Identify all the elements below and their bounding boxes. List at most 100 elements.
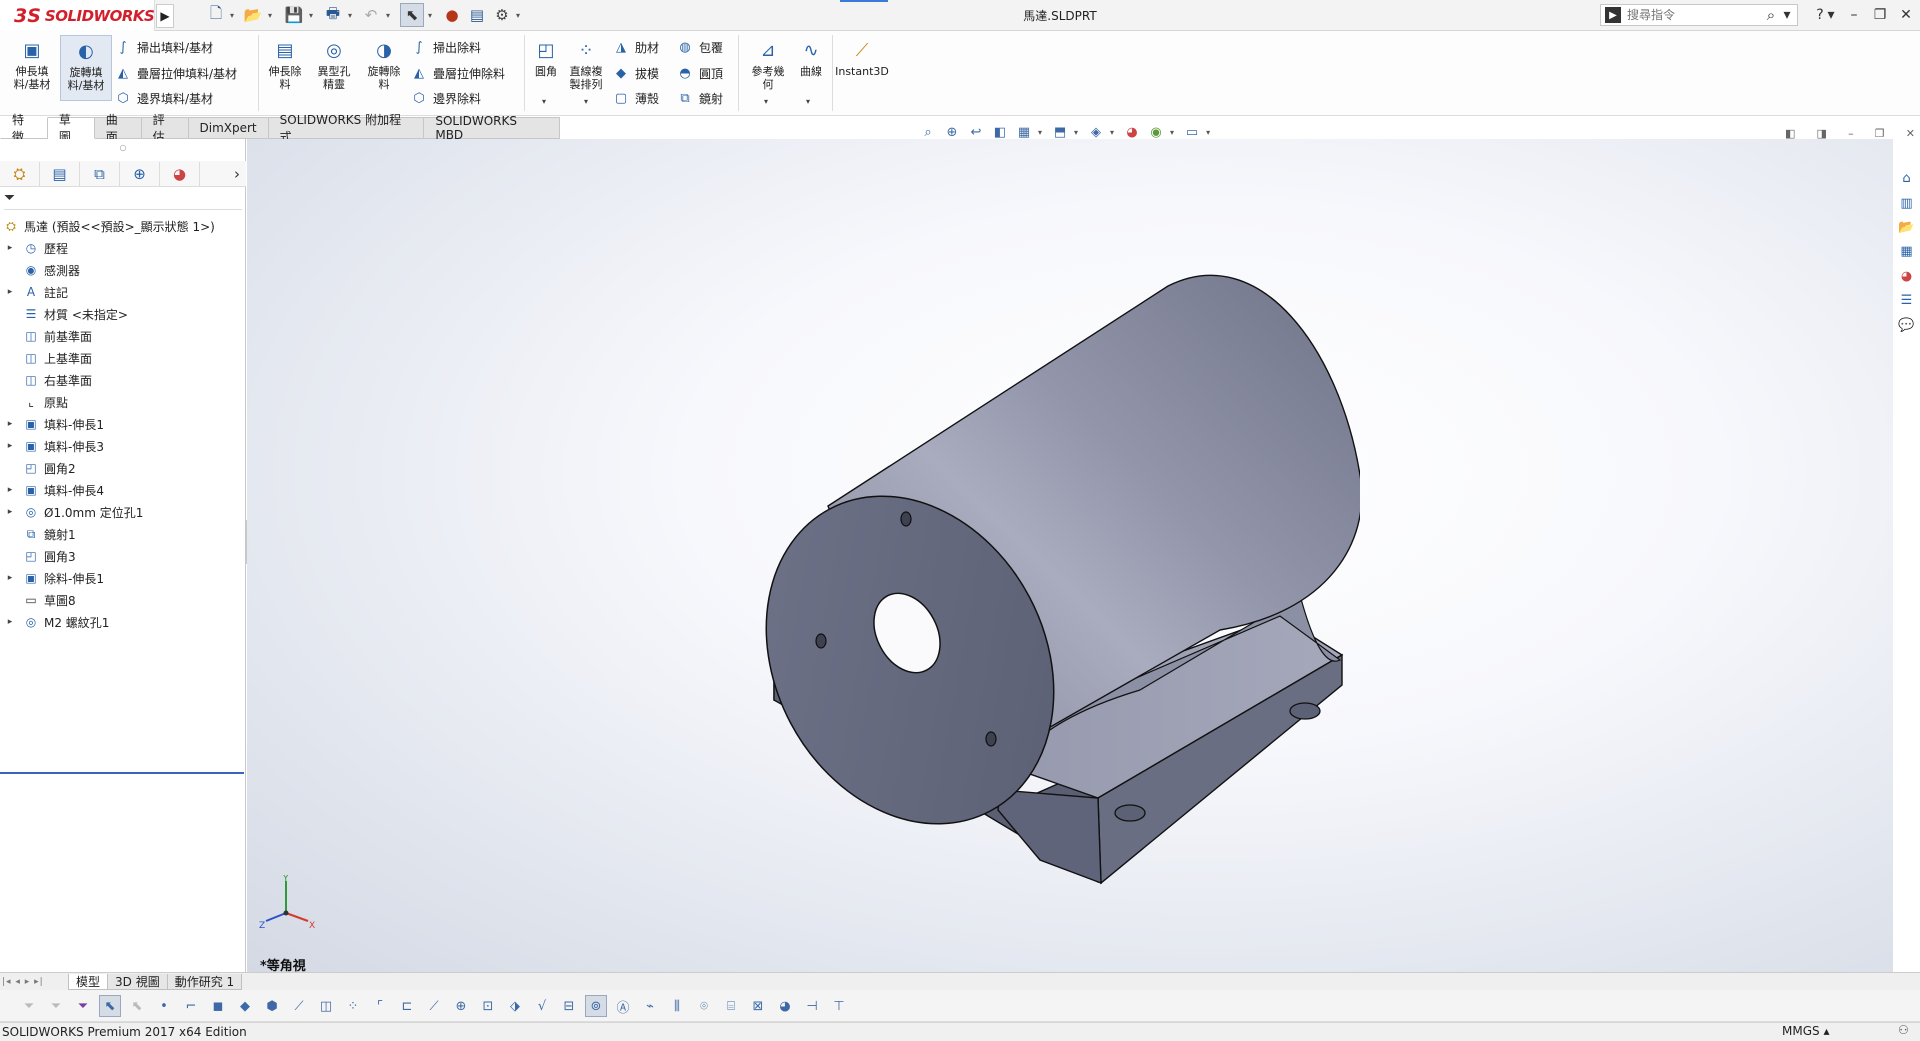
tab-features[interactable]: 特徵 (0, 113, 48, 144)
help-dropdown-arrow-icon[interactable]: ▾ (1826, 4, 1836, 26)
loft-cut-button[interactable]: ◭ 疊層拉伸除料 (410, 63, 505, 83)
expand-arrow-icon[interactable]: ▸ (4, 243, 16, 253)
filter-weld-symbols-icon[interactable]: Ⓐ (612, 995, 634, 1017)
expand-arrow-icon[interactable]: ▸ (4, 617, 16, 627)
settings-dropdown-arrow-icon[interactable]: ▾ (1206, 128, 1210, 137)
minimize-window-icon[interactable]: – (1842, 4, 1866, 26)
expand-arrow-icon[interactable]: ▸ (4, 287, 16, 297)
rebuild-icon[interactable]: ● (442, 3, 462, 27)
filter-notes-icon[interactable]: ⊟ (558, 995, 580, 1017)
tab-model[interactable]: 模型 (68, 973, 109, 990)
clear-filters-icon[interactable]: ⏷ (45, 995, 67, 1017)
revolve-boss-button[interactable]: ◐ 旋轉填 料/基材 (60, 35, 112, 101)
print-icon[interactable]: 🖶 (322, 3, 344, 27)
filter-cosmetic-threads-icon[interactable]: ⫼ (666, 995, 688, 1017)
tab-scroll-arrows-icon[interactable]: |◂ ◂ ▸ ▸| (2, 974, 68, 990)
hole-wizard-button[interactable]: ◎ 異型孔 精靈 (310, 37, 358, 91)
tree-item-top-plane[interactable]: ◫ 上基準面 (0, 347, 246, 369)
close-window-icon[interactable]: ✕ (1894, 4, 1918, 26)
appearances-icon[interactable]: ◕ (1896, 266, 1918, 287)
display-dropdown-arrow-icon[interactable]: ▾ (1110, 128, 1114, 137)
file-properties-icon[interactable]: ▤ (466, 3, 488, 27)
filter-connection-points-icon[interactable]: ⊠ (747, 995, 769, 1017)
doc-restore-icon[interactable]: ❐ (1875, 127, 1885, 140)
dimxpert-manager-tab-icon[interactable]: ⊕ (120, 161, 160, 186)
tree-item-boss-extrude4[interactable]: ▸ ▣ 填料-伸長4 (0, 479, 246, 501)
print-dropdown-arrow-icon[interactable]: ▾ (346, 3, 354, 27)
dock-right-icon[interactable]: ◨ (1817, 127, 1827, 140)
shell-button[interactable]: ▢ 薄殼 (612, 88, 659, 108)
motor-3d-model[interactable] (720, 250, 1360, 900)
revolve-cut-button[interactable]: ◑ 旋轉除 料 (360, 37, 408, 91)
new-dropdown-arrow-icon[interactable]: ▾ (228, 3, 236, 27)
curves-dropdown-arrow-icon[interactable]: ▾ (806, 97, 810, 106)
filter-mid-surfaces-icon[interactable]: ⊣ (801, 995, 823, 1017)
undo-icon[interactable]: ↶ (360, 3, 382, 27)
filter-edges-icon[interactable]: ⌐ (180, 995, 202, 1017)
filter-axes-icon[interactable]: ⟋ (288, 995, 310, 1017)
tree-item-boss-extrude3[interactable]: ▸ ▣ 填料-伸長3 (0, 435, 246, 457)
tree-item-root[interactable]: ⛭ 馬達 (預設<<預設>_顯示狀態 1>) (0, 215, 246, 237)
scene-dropdown-arrow-icon[interactable]: ▾ (1170, 128, 1174, 137)
unit-system-selector[interactable]: MMGS ▴ (1782, 1024, 1829, 1038)
filter-centerline-icon[interactable]: ⊕ (450, 995, 472, 1017)
tab-addins[interactable]: SOLIDWORKS 附加程式 (268, 113, 425, 144)
undo-dropdown-arrow-icon[interactable]: ▾ (384, 3, 392, 27)
tree-item-fillet3[interactable]: ◰ 圓角3 (0, 545, 246, 567)
tab-mbd[interactable]: SOLIDWORKS MBD (424, 114, 560, 142)
invert-filter-icon[interactable]: ⬉ (126, 995, 148, 1017)
boundary-boss-button[interactable]: ⬡ 邊界填料/基材 (114, 88, 213, 108)
filter-surface-bodies-icon[interactable]: ◆ (234, 995, 256, 1017)
extrude-cut-button[interactable]: ▤ 伸長除 料 (262, 37, 308, 91)
filter-blocks-icon[interactable]: ⌾ (693, 995, 715, 1017)
sweep-boss-button[interactable]: ∫ 掃出填料/基材 (114, 37, 213, 57)
custom-properties-icon[interactable]: ☰ (1896, 290, 1918, 311)
reference-geometry-button[interactable]: ⊿ 參考幾 何 (744, 37, 792, 91)
select-cursor-icon[interactable]: ⬉ (99, 995, 121, 1017)
tree-item-boss-extrude1[interactable]: ▸ ▣ 填料-伸長1 (0, 413, 246, 435)
sweep-cut-button[interactable]: ∫ 掃出除料 (410, 37, 481, 57)
boundary-cut-button[interactable]: ⬡ 邊界除料 (410, 88, 481, 108)
filter-sketch-segments-icon[interactable]: ⌜ (369, 995, 391, 1017)
instant3d-button[interactable]: ⟋ Instant3D (834, 37, 890, 78)
fillet-button[interactable]: ◰ 圓角 (528, 37, 564, 78)
filter-solid-bodies-icon[interactable]: ⬢ (261, 995, 283, 1017)
panel-splitter-handle[interactable]: ○ (0, 143, 246, 153)
open-dropdown-arrow-icon[interactable]: ▾ (266, 3, 274, 27)
property-manager-tab-icon[interactable]: ▤ (40, 161, 80, 186)
filter-routing-points-icon[interactable]: ◕ (774, 995, 796, 1017)
open-icon[interactable]: 📂 (242, 3, 264, 27)
expand-arrow-icon[interactable]: ▸ (4, 441, 16, 451)
tree-item-fillet2[interactable]: ◰ 圓角2 (0, 457, 246, 479)
expand-arrow-icon[interactable]: ▸ (4, 419, 16, 429)
filter-planes-icon[interactable]: ◫ (315, 995, 337, 1017)
linear-pattern-button[interactable]: ⁘ 直線複 製排列 (564, 37, 608, 91)
tree-item-mirror1[interactable]: ⧉ 鏡射1 (0, 523, 246, 545)
rib-button[interactable]: ◮ 肋材 (612, 37, 659, 57)
mirror-button[interactable]: ⧉ 鏡射 (676, 88, 723, 108)
tree-item-right-plane[interactable]: ◫ 右基準面 (0, 369, 246, 391)
filter-surface-finish-icon[interactable]: ⬗ (504, 995, 526, 1017)
view-dropdown-arrow-icon[interactable]: ▾ (1038, 128, 1042, 137)
view-palette-icon[interactable]: ▦ (1896, 241, 1918, 262)
loft-boss-button[interactable]: ◭ 疊層拉伸填料/基材 (114, 63, 237, 83)
tree-item-origin[interactable]: ⌞ 原點 (0, 391, 246, 413)
orientation-dropdown-arrow-icon[interactable]: ▾ (1074, 128, 1078, 137)
options-dropdown-arrow-icon[interactable]: ▾ (514, 3, 522, 27)
filter-sketch-points-icon[interactable]: ⁘ (342, 995, 364, 1017)
wrap-button[interactable]: ◍ 包覆 (676, 37, 723, 57)
solidworks-logo[interactable]: 3S SOLIDWORKS (0, 0, 155, 31)
design-library-icon[interactable]: ▥ (1896, 192, 1918, 213)
menu-flyout-arrow-icon[interactable]: ▶ (156, 4, 174, 28)
filter-geometric-tolerance-icon[interactable]: √ (531, 995, 553, 1017)
curves-button[interactable]: ∿ 曲線 (794, 37, 828, 78)
select-all-filters-icon[interactable]: ⏷ (72, 995, 94, 1017)
tooltip-status-icon[interactable]: ⚇ (1898, 1023, 1909, 1037)
tree-item-annotations[interactable]: ▸ A 註記 (0, 281, 246, 303)
draft-button[interactable]: ◆ 拔模 (612, 63, 659, 83)
doc-close-icon[interactable]: ✕ (1906, 127, 1915, 140)
expand-arrow-icon[interactable]: ▸ (4, 573, 16, 583)
restore-window-icon[interactable]: ❐ (1868, 4, 1892, 26)
select-icon[interactable]: ⬉ (400, 3, 424, 27)
reference-geometry-dropdown-arrow-icon[interactable]: ▾ (764, 97, 768, 106)
